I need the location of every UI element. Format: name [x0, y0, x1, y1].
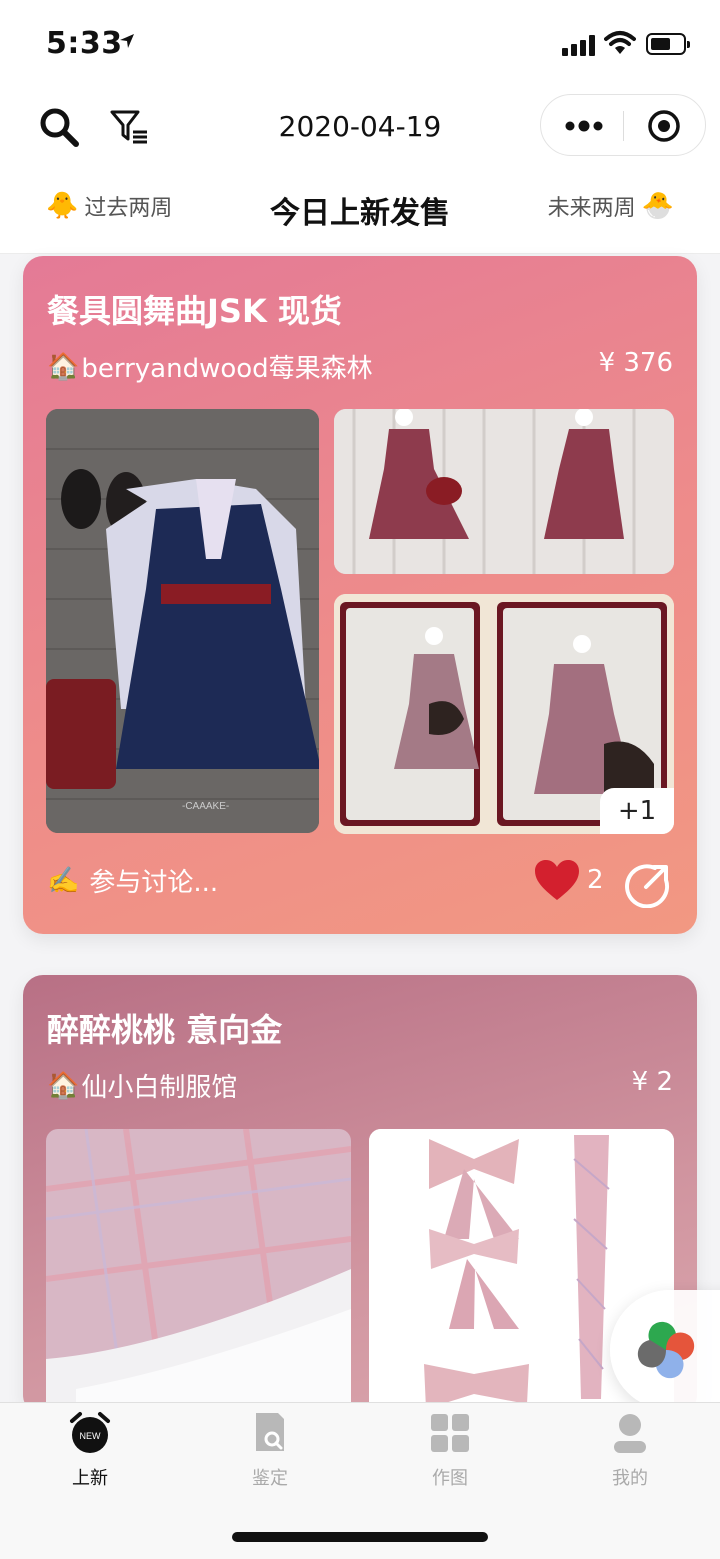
- product-price: ¥ 2: [631, 1067, 673, 1097]
- chick-icon: 🐥: [46, 191, 79, 221]
- tab-authenticate[interactable]: 鉴定: [220, 1411, 320, 1490]
- home-indicator: [232, 1532, 488, 1542]
- nav-future-label: 未来两周: [547, 196, 636, 221]
- tab-label: 鉴定: [252, 1468, 288, 1489]
- pinwheel-icon: [637, 1321, 695, 1379]
- tab-profile[interactable]: 我的: [580, 1411, 680, 1490]
- heart-icon: [535, 860, 579, 900]
- location-arrow-icon: [120, 34, 134, 48]
- product-photo[interactable]: [334, 409, 674, 574]
- product-photo[interactable]: +1: [334, 594, 674, 834]
- top-bar: 5:33 2020-04-19 🐥 过去两周 今日上新发售 未来两周 🐣: [0, 0, 720, 254]
- model-photo-image: [334, 409, 674, 574]
- shop-label: 仙小白制服馆: [81, 1073, 238, 1103]
- nav-past-two-weeks[interactable]: 🐥 过去两周: [46, 190, 172, 222]
- user-icon: [614, 1414, 646, 1453]
- product-title: 餐具圆舞曲JSK 现货: [47, 292, 342, 330]
- shop-label: berryandwood莓果森林: [81, 354, 373, 384]
- like-count: 2: [587, 865, 604, 895]
- signal-icon: [562, 34, 598, 56]
- status-bar: 5:33: [0, 0, 720, 86]
- house-icon: 🏠: [47, 351, 80, 382]
- product-photo-main[interactable]: -CAAAKE-: [46, 409, 319, 833]
- tab-new-arrivals[interactable]: NEW 上新: [40, 1411, 140, 1490]
- grid-icon: [431, 1414, 469, 1452]
- product-price: ¥ 376: [598, 348, 673, 378]
- like-button[interactable]: 2: [533, 858, 604, 902]
- dress-flatlay-image: -CAAAKE-: [46, 409, 319, 833]
- writing-hand-icon: ✍️: [47, 865, 80, 896]
- battery-icon: [646, 33, 690, 55]
- tab-label: 我的: [612, 1468, 648, 1489]
- nav-today-label[interactable]: 今日上新发售: [270, 196, 450, 231]
- header: 2020-04-19: [0, 86, 720, 170]
- tab-label: 上新: [72, 1468, 108, 1489]
- product-title: 醉醉桃桃 意向金: [47, 1011, 283, 1049]
- plaid-fabric-image: [46, 1129, 351, 1415]
- tab-label: 作图: [432, 1468, 468, 1489]
- mini-program-capsule: [540, 94, 706, 156]
- discuss-label: 参与讨论...: [89, 868, 219, 898]
- share-icon[interactable]: [625, 862, 671, 908]
- date-nav: 🐥 过去两周 今日上新发售 未来两周 🐣: [0, 178, 720, 244]
- wifi-icon: [604, 31, 636, 54]
- house-icon: 🏠: [47, 1070, 80, 1101]
- more-photos-badge[interactable]: +1: [600, 788, 674, 834]
- close-target-icon[interactable]: [647, 109, 681, 143]
- document-search-icon: [256, 1413, 284, 1451]
- discuss-button[interactable]: ✍️ 参与讨论...: [47, 862, 218, 899]
- more-dots-icon[interactable]: [565, 117, 603, 135]
- product-card[interactable]: 醉醉桃桃 意向金 🏠 仙小白制服馆 ¥ 2: [23, 975, 697, 1415]
- shop-name[interactable]: 🏠 berryandwood莓果森林: [47, 348, 373, 385]
- floating-action-button[interactable]: [610, 1290, 720, 1410]
- hatching-chick-icon: 🐣: [641, 191, 674, 221]
- svg-text:-CAAAKE-: -CAAAKE-: [182, 801, 229, 812]
- nav-past-label: 过去两周: [84, 196, 173, 221]
- alarm-clock-new-icon: NEW: [70, 1412, 110, 1453]
- tab-make-image[interactable]: 作图: [400, 1411, 500, 1490]
- tab-badge: NEW: [80, 1431, 102, 1441]
- product-card[interactable]: 餐具圆舞曲JSK 现货 🏠 berryandwood莓果森林 ¥ 376 -CA…: [23, 256, 697, 934]
- status-time: 5:33: [46, 26, 123, 61]
- shop-name[interactable]: 🏠 仙小白制服馆: [47, 1067, 237, 1104]
- nav-future-two-weeks[interactable]: 未来两周 🐣: [548, 190, 674, 222]
- product-photo-main[interactable]: [46, 1129, 351, 1415]
